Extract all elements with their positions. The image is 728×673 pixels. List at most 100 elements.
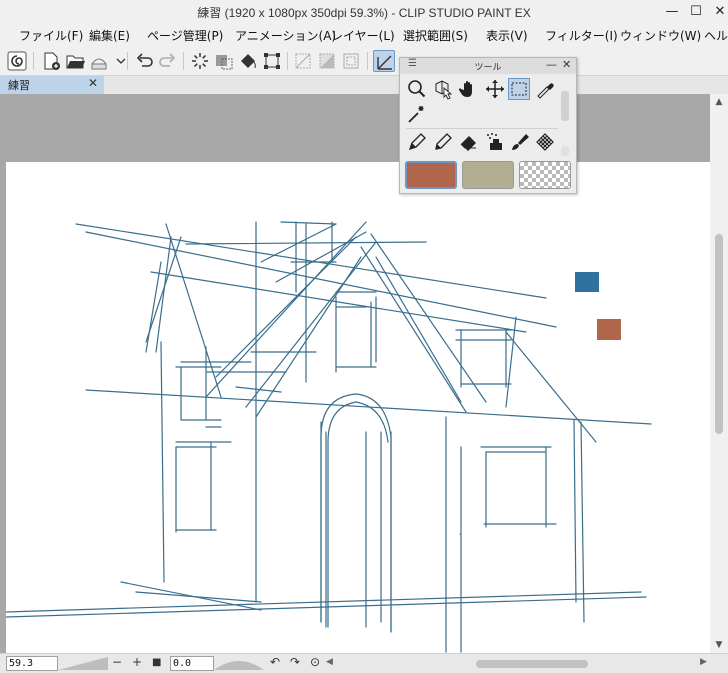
- separator: [183, 52, 184, 70]
- sketch-stroke: [6, 591, 642, 613]
- chevron-down-icon[interactable]: [110, 50, 126, 72]
- sketch-stroke: [360, 246, 467, 413]
- zoom-out-button[interactable]: −: [112, 655, 122, 669]
- fill-icon[interactable]: [237, 50, 259, 72]
- minimize-button[interactable]: —: [662, 2, 682, 22]
- rotation-input[interactable]: 0.0: [170, 656, 214, 671]
- command-bar: [0, 46, 728, 76]
- pen-tool-icon[interactable]: [406, 131, 428, 153]
- sketch-stroke: [280, 221, 337, 225]
- sketch-stroke: [245, 241, 377, 408]
- menu-page[interactable]: ページ管理(P): [147, 27, 223, 44]
- sketch-stroke: [573, 419, 577, 603]
- vertical-scroll-thumb[interactable]: [715, 234, 723, 434]
- sketch-stroke: [580, 421, 585, 623]
- tab-document[interactable]: 練習 ✕: [0, 76, 104, 94]
- palette-close-button[interactable]: ✕: [562, 58, 571, 71]
- horizontal-scrollbar[interactable]: ◀ ▶: [326, 656, 710, 671]
- status-bar: 59.3 − + ■ 0.0 ↶ ↷ ⊙ ◀ ▶: [0, 653, 728, 673]
- scroll-left-arrow[interactable]: ◀: [326, 657, 333, 667]
- save-icon[interactable]: [88, 50, 110, 72]
- palette-scroll-down[interactable]: [561, 146, 569, 156]
- selection-tool-icon[interactable]: [508, 78, 530, 100]
- zoom-slider[interactable]: [58, 657, 108, 670]
- clear-layer-icon[interactable]: [213, 50, 235, 72]
- decoration-tool-icon[interactable]: [534, 131, 556, 153]
- sketch-stroke: [155, 236, 172, 353]
- invert-selection-icon[interactable]: [316, 50, 338, 72]
- sketch-stroke: [375, 256, 462, 403]
- hand-tool-icon[interactable]: [458, 78, 480, 100]
- canvas-area[interactable]: [0, 94, 710, 653]
- close-button[interactable]: ✕: [710, 2, 728, 22]
- sub-color-swatch[interactable]: [462, 161, 514, 189]
- menu-help[interactable]: ヘル: [704, 27, 728, 44]
- zoom-in-button[interactable]: +: [132, 655, 142, 669]
- move-layer-icon[interactable]: [484, 78, 506, 100]
- menu-file[interactable]: ファイル(F): [19, 27, 83, 44]
- sketch-stroke: [165, 223, 222, 398]
- loading-icon[interactable]: [189, 50, 211, 72]
- menu-selection[interactable]: 選択範囲(S): [403, 27, 468, 44]
- menu-bar: ファイル(F) 編集(E) ページ管理(P) アニメーション(A) レイヤー(L…: [0, 24, 728, 46]
- sketch-arch-inner: [327, 401, 389, 628]
- canvas-swatch-brown: [597, 319, 621, 340]
- open-folder-icon[interactable]: [64, 50, 86, 72]
- tool-palette[interactable]: ☰ ツール — ✕: [399, 57, 577, 194]
- palette-divider: [406, 128, 558, 129]
- separator: [287, 52, 288, 70]
- menu-view[interactable]: 表示(V): [486, 27, 528, 44]
- menu-layer[interactable]: レイヤー(L): [331, 27, 395, 44]
- expand-selection-icon[interactable]: [340, 50, 362, 72]
- app-window: 練習 (1920 x 1080px 350dpi 59.3%) - CLIP S…: [0, 0, 728, 673]
- zoom-tool-icon[interactable]: [406, 78, 428, 100]
- maximize-button[interactable]: ☐: [686, 2, 706, 22]
- scroll-up-arrow[interactable]: ▲: [710, 94, 728, 110]
- object-tool-icon[interactable]: [432, 78, 454, 100]
- auto-select-icon[interactable]: [406, 103, 428, 125]
- clip-studio-icon[interactable]: [6, 50, 28, 72]
- eyedropper-icon[interactable]: [534, 78, 556, 100]
- rotate-right-button[interactable]: ↷: [290, 655, 300, 669]
- scroll-right-arrow[interactable]: ▶: [700, 657, 707, 667]
- sketch-stroke: [145, 261, 162, 353]
- brush-tool-icon[interactable]: [508, 131, 530, 153]
- palette-scroll-thumb[interactable]: [561, 91, 569, 121]
- menu-edit[interactable]: 編集(E): [89, 27, 130, 44]
- sketch-stroke: [505, 331, 597, 443]
- transparent-color-swatch[interactable]: [519, 161, 571, 189]
- menu-animation[interactable]: アニメーション(A): [235, 27, 336, 44]
- zoom-input[interactable]: 59.3: [6, 656, 58, 671]
- airbrush-tool-icon[interactable]: [484, 131, 506, 153]
- sketch-stroke: [145, 236, 182, 343]
- rotation-slider[interactable]: [214, 657, 264, 670]
- tab-close-icon[interactable]: ✕: [88, 76, 98, 90]
- undo-icon[interactable]: [133, 50, 155, 72]
- reset-rotation-button[interactable]: ⊙: [310, 655, 320, 669]
- scroll-down-arrow[interactable]: ▼: [710, 637, 728, 653]
- new-file-icon[interactable]: [40, 50, 62, 72]
- redo-icon[interactable]: [157, 50, 179, 72]
- main-color-swatch[interactable]: [405, 161, 457, 189]
- sketch-stroke: [75, 223, 547, 299]
- menu-filter[interactable]: フィルター(I): [545, 27, 618, 44]
- separator: [367, 52, 368, 70]
- canvas-swatch-blue: [575, 272, 599, 292]
- tab-strip: 練習 ✕: [0, 76, 728, 94]
- sketch-stroke: [160, 341, 165, 583]
- sketch-drawing: [6, 221, 652, 653]
- menu-window[interactable]: ウィンドウ(W): [620, 27, 701, 44]
- horizontal-scroll-thumb[interactable]: [476, 660, 588, 668]
- pencil-tool-icon[interactable]: [432, 131, 454, 153]
- vertical-scrollbar[interactable]: ▲ ▼: [710, 94, 728, 653]
- ruler-icon[interactable]: [373, 50, 395, 72]
- canvas-paper[interactable]: [6, 162, 710, 653]
- transform-icon[interactable]: [261, 50, 283, 72]
- rotate-left-button[interactable]: ↶: [270, 655, 280, 669]
- palette-minimize-button[interactable]: —: [546, 58, 557, 71]
- separator: [127, 52, 128, 70]
- fit-button[interactable]: ■: [152, 657, 161, 668]
- tool-palette-titlebar[interactable]: ☰ ツール — ✕: [400, 58, 576, 74]
- deselect-icon[interactable]: [292, 50, 314, 72]
- eraser-tool-icon[interactable]: [458, 131, 480, 153]
